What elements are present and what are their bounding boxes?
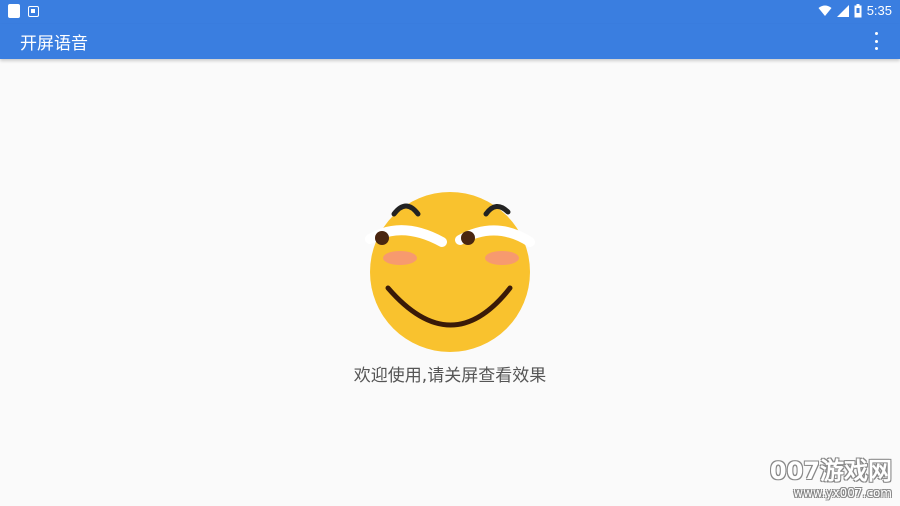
battery-icon [854, 3, 862, 17]
app-notification-icon [28, 5, 39, 17]
wifi-icon [818, 5, 832, 16]
welcome-message: 欢迎使用,请关屏查看效果 [353, 366, 547, 386]
watermark-logo: 007游戏网 [769, 457, 892, 485]
status-time: 5:35 [866, 3, 892, 18]
smiley-face-icon [365, 192, 535, 352]
more-vert-icon[interactable] [868, 32, 884, 50]
watermark: 007游戏网 www.yx007.com [770, 458, 892, 500]
status-system-icons: 5:35 [818, 3, 892, 18]
watermark-url: www.yx007.com [793, 486, 892, 500]
notification-icon [8, 4, 20, 18]
app-bar: 开屏语音 [0, 24, 900, 59]
app-title: 开屏语音 [20, 34, 88, 54]
status-notifications [8, 4, 39, 18]
status-bar: 5:35 [0, 0, 900, 24]
signal-icon [836, 4, 849, 17]
